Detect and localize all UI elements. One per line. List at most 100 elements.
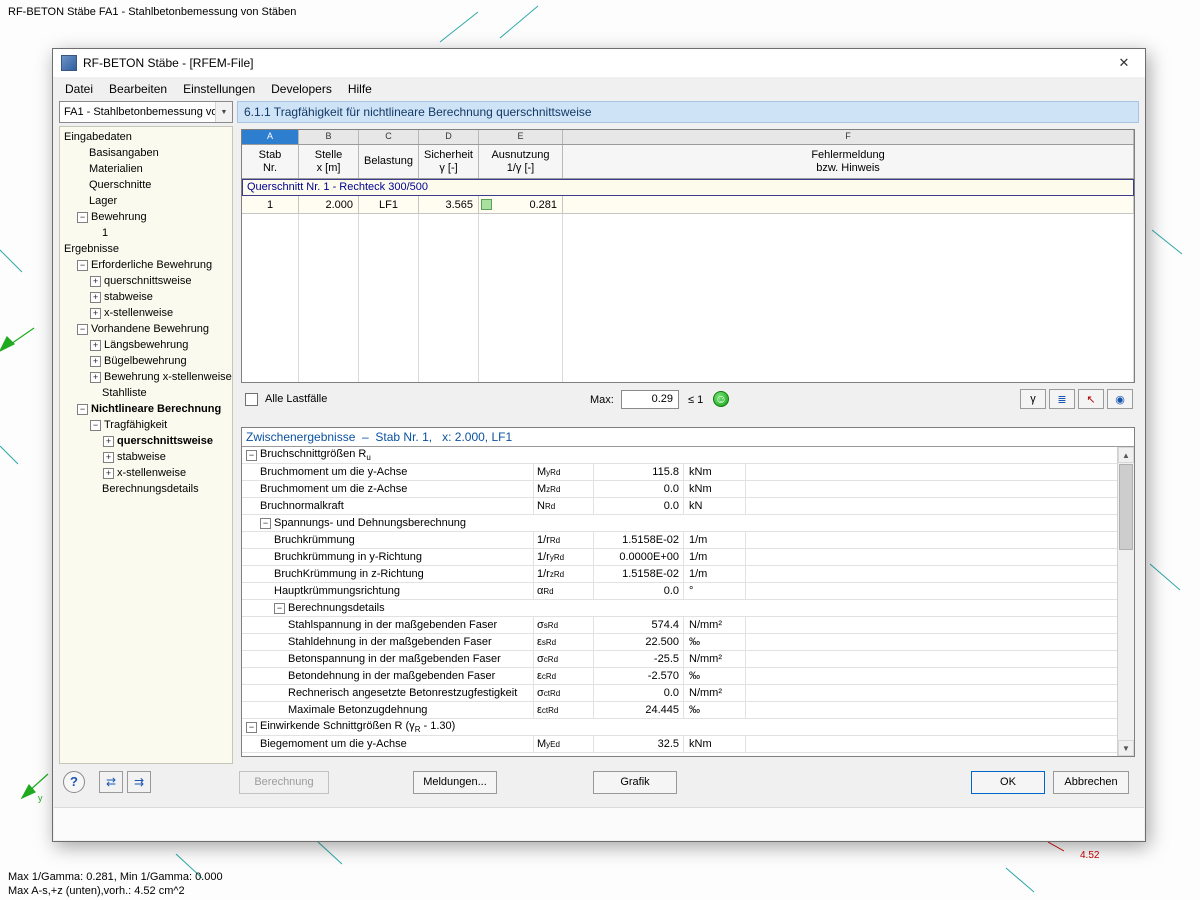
collapse-icon[interactable]: − bbox=[260, 517, 271, 529]
details-row[interactable]: Bruchkrümmung 1/r Rd 1.5158E-02 1/m bbox=[242, 532, 1117, 549]
results-row[interactable]: 1 2.000 LF1 3.565 0.281 bbox=[242, 196, 1134, 214]
details-row[interactable]: Bruchkrümmung in y-Richtung 1/r yRd 0.0000E… bbox=[242, 549, 1117, 566]
column-letter-d[interactable]: D bbox=[419, 130, 479, 144]
details-group-row[interactable]: − Einwirkende Schnittgrößen R (γR - 1.30) bbox=[242, 719, 1117, 736]
scroll-down-icon[interactable]: ▼ bbox=[1118, 740, 1134, 756]
details-group-label: − Bruchschnittgrößen Ru bbox=[242, 447, 371, 463]
column-letter-e[interactable]: E bbox=[479, 130, 563, 144]
section-group-row[interactable]: Querschnitt Nr. 1 - Rechteck 300/500 bbox=[242, 179, 1134, 196]
tree-item-stabweise[interactable]: + stabweise bbox=[60, 289, 232, 305]
result-bars-icon[interactable]: ≣ bbox=[1049, 389, 1075, 409]
details-row[interactable]: Bruchnormalkraft N Rd 0.0 kN bbox=[242, 498, 1117, 515]
design-case-selector[interactable]: FA1 - Stahlbetonbemessung vo ▼ bbox=[59, 101, 233, 123]
details-row[interactable]: Stahlspannung in der maßgebenden Faser σ s… bbox=[242, 617, 1117, 634]
collapse-icon[interactable]: − bbox=[246, 721, 257, 733]
details-row[interactable]: Rechnerisch angesetzte Betonrestzugfesti… bbox=[242, 685, 1117, 702]
tree-item-eingabedaten[interactable]: Eingabedaten bbox=[60, 129, 232, 145]
column-letter-f[interactable]: F bbox=[563, 130, 1134, 144]
details-value: 574.4 bbox=[594, 617, 684, 633]
menu-developers[interactable]: Developers bbox=[263, 79, 340, 99]
jump-output-icon[interactable]: ⇉ bbox=[127, 771, 151, 793]
tree-item-nichtlineare-berechnung[interactable]: − Nichtlineare Berechnung bbox=[60, 401, 232, 417]
expand-icon[interactable]: + bbox=[90, 371, 101, 383]
tree-item-querschnittsweise[interactable]: + querschnittsweise bbox=[60, 273, 232, 289]
tree-item-1[interactable]: 1 bbox=[60, 225, 232, 241]
ok-button[interactable]: OK bbox=[971, 771, 1045, 794]
menu-einstellungen[interactable]: Einstellungen bbox=[175, 79, 263, 99]
tree-item-querschnitte[interactable]: Querschnitte bbox=[60, 177, 232, 193]
all-loadcases-checkbox[interactable] bbox=[245, 393, 258, 406]
berechnung-button: Berechnung bbox=[239, 771, 329, 794]
details-row[interactable]: Bruchmoment um die z-Achse MzRd 0.0 kNm bbox=[242, 481, 1117, 498]
details-row[interactable]: BruchKrümmung in z-Richtung 1/r zRd 1.5158E… bbox=[242, 566, 1117, 583]
collapse-icon[interactable]: − bbox=[90, 419, 101, 431]
expand-icon[interactable]: + bbox=[90, 291, 101, 303]
tree-item-basisangaben[interactable]: Basisangaben bbox=[60, 145, 232, 161]
details-row[interactable]: Maximale Betonzugdehnung ε ctRd 24.445 ‰ bbox=[242, 702, 1117, 719]
column-header-belastung: Belastung bbox=[359, 145, 419, 178]
collapse-icon[interactable]: − bbox=[77, 403, 88, 415]
column-letter-c[interactable]: C bbox=[359, 130, 419, 144]
details-value: -2.570 bbox=[594, 668, 684, 684]
tree-item-b-gelbewehrung[interactable]: + Bügelbewehrung bbox=[60, 353, 232, 369]
tree-item-bewehrung[interactable]: − Bewehrung bbox=[60, 209, 232, 225]
tree-item-l-ngsbewehrung[interactable]: + Längsbewehrung bbox=[60, 337, 232, 353]
details-group-row[interactable]: − Bruchschnittgrößen Ru bbox=[242, 447, 1117, 464]
tree-item-x-stellenweise[interactable]: + x-stellenweise bbox=[60, 305, 232, 321]
details-scrollbar[interactable]: ▲ ▼ bbox=[1117, 447, 1134, 756]
collapse-icon[interactable]: − bbox=[246, 449, 257, 461]
meldungen-button[interactable]: Meldungen... bbox=[413, 771, 497, 794]
menu-hilfe[interactable]: Hilfe bbox=[340, 79, 380, 99]
details-row[interactable]: Betonspannung in der maßgebenden Faser σ c… bbox=[242, 651, 1117, 668]
filter-gamma-exceeded-icon[interactable]: γ bbox=[1020, 389, 1046, 409]
all-loadcases-label: Alle Lastfälle bbox=[265, 393, 328, 405]
close-icon[interactable]: ✕ bbox=[1103, 49, 1145, 77]
details-row[interactable]: Bruchmoment um die y-Achse MyRd 115.8 kNm bbox=[242, 464, 1117, 481]
tree-item-erforderliche-bewehrung[interactable]: − Erforderliche Bewehrung bbox=[60, 257, 232, 273]
page-title: 6.1.1 Tragfähigkeit für nichtlineare Ber… bbox=[237, 101, 1139, 123]
cell-stab: 1 bbox=[242, 196, 299, 213]
tree-item-ergebnisse[interactable]: Ergebnisse bbox=[60, 241, 232, 257]
view-mode-icon[interactable]: ◉ bbox=[1107, 389, 1133, 409]
column-letter-b[interactable]: B bbox=[299, 130, 359, 144]
expand-icon[interactable]: + bbox=[90, 339, 101, 351]
column-letter-a[interactable]: A bbox=[242, 130, 299, 144]
tree-item-berechnungsdetails[interactable]: Berechnungsdetails bbox=[60, 481, 232, 497]
menu-datei[interactable]: Datei bbox=[57, 79, 101, 99]
expand-icon[interactable]: + bbox=[103, 451, 114, 463]
collapse-icon[interactable]: − bbox=[77, 323, 88, 335]
select-in-graphic-icon[interactable]: ↖ bbox=[1078, 389, 1104, 409]
tree-item-x-stellenweise[interactable]: + x-stellenweise bbox=[60, 465, 232, 481]
expand-icon[interactable]: + bbox=[90, 355, 101, 367]
details-row[interactable]: Hauptkrümmungsrichtung α Rd 0.0 ° bbox=[242, 583, 1117, 600]
tree-item-vorhandene-bewehrung[interactable]: − Vorhandene Bewehrung bbox=[60, 321, 232, 337]
jump-input-icon[interactable]: ⇄ bbox=[99, 771, 123, 793]
menu-bearbeiten[interactable]: Bearbeiten bbox=[101, 79, 175, 99]
expand-icon[interactable]: + bbox=[90, 275, 101, 287]
tree-item-stabweise[interactable]: + stabweise bbox=[60, 449, 232, 465]
collapse-icon[interactable]: − bbox=[274, 602, 285, 614]
details-row[interactable]: Betondehnung in der maßgebenden Faser ε cR… bbox=[242, 668, 1117, 685]
collapse-icon[interactable]: − bbox=[77, 259, 88, 271]
tree-item-querschnittsweise[interactable]: + querschnittsweise bbox=[60, 433, 232, 449]
grafik-button[interactable]: Grafik bbox=[593, 771, 677, 794]
help-icon[interactable]: ? bbox=[63, 771, 85, 793]
details-row[interactable]: Biegemoment um die y-Achse MyEd 32.5 kNm bbox=[242, 736, 1117, 753]
tree-item-stahlliste[interactable]: Stahlliste bbox=[60, 385, 232, 401]
details-row[interactable]: Stahldehnung in der maßgebenden Faser ε sR… bbox=[242, 634, 1117, 651]
expand-icon[interactable]: + bbox=[90, 307, 101, 319]
tree-item-bewehrung-x-stellenweise[interactable]: + Bewehrung x-stellenweise bbox=[60, 369, 232, 385]
tree-item-lager[interactable]: Lager bbox=[60, 193, 232, 209]
scroll-up-icon[interactable]: ▲ bbox=[1118, 447, 1134, 463]
details-unit: ‰ bbox=[684, 702, 746, 718]
details-group-row[interactable]: − Spannungs- und Dehnungsberechnung bbox=[242, 515, 1117, 532]
collapse-icon[interactable]: − bbox=[77, 211, 88, 223]
scroll-thumb[interactable] bbox=[1119, 464, 1133, 550]
expand-icon[interactable]: + bbox=[103, 435, 114, 447]
expand-icon[interactable]: + bbox=[103, 467, 114, 479]
abbrechen-button[interactable]: Abbrechen bbox=[1053, 771, 1129, 794]
filler-cell bbox=[479, 214, 563, 382]
tree-item-tragf-higkeit[interactable]: − Tragfähigkeit bbox=[60, 417, 232, 433]
details-group-row[interactable]: − Berechnungsdetails bbox=[242, 600, 1117, 617]
tree-item-materialien[interactable]: Materialien bbox=[60, 161, 232, 177]
